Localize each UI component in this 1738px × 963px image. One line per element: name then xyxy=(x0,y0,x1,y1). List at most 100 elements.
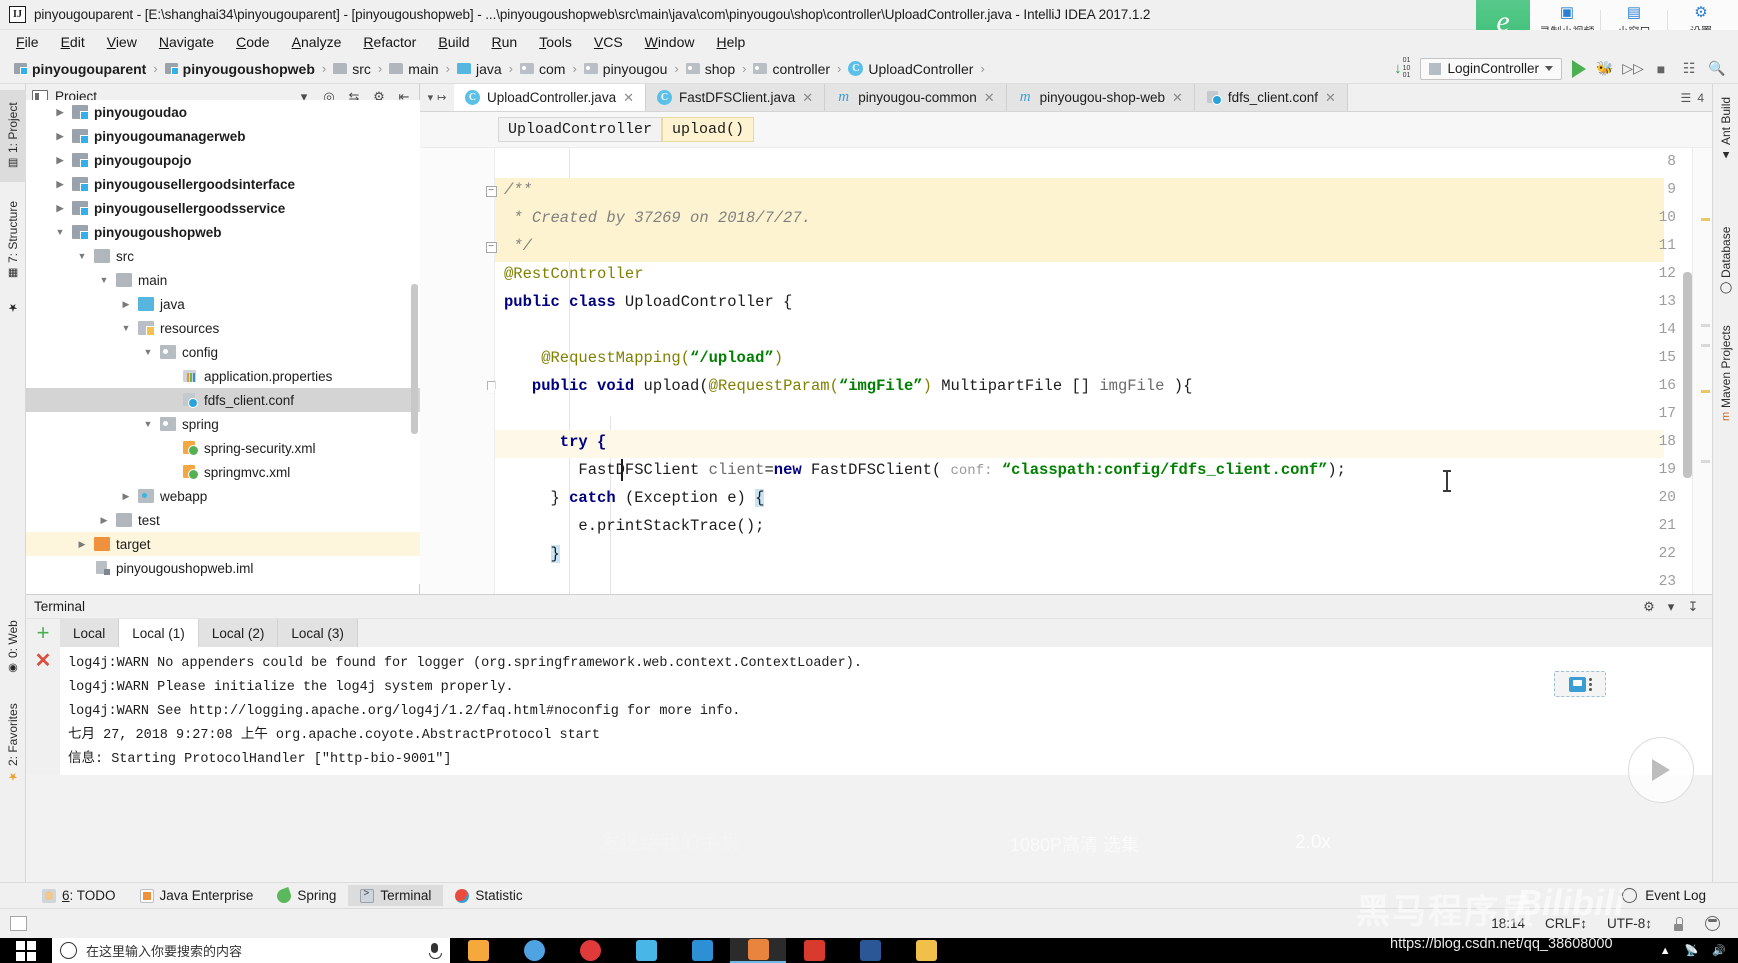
code-line[interactable]: try { xyxy=(504,433,607,451)
tray-chevron-icon[interactable]: ▲ xyxy=(1660,945,1671,957)
code-editor[interactable]: 8 9−/** 10 * Created by 37269 on 2018/7/27… xyxy=(420,148,1712,594)
chevron-right-icon[interactable]: ▶ xyxy=(54,203,66,214)
encoding-indicator[interactable]: UTF-8↕ xyxy=(1607,916,1652,931)
terminal-tab-local-3-[interactable]: Local (3) xyxy=(278,619,358,647)
tree-node[interactable]: ▶ test xyxy=(26,508,420,532)
fold-collapse-icon[interactable]: − xyxy=(484,240,498,254)
taskbar-folder-icon[interactable] xyxy=(898,938,954,963)
chevron-down-icon[interactable]: ▼ xyxy=(142,419,154,429)
code-line[interactable]: */ xyxy=(504,237,532,255)
inspector-face-icon[interactable] xyxy=(1705,916,1720,931)
sidebar-tab-web[interactable]: ◉ 0: Web xyxy=(0,612,26,684)
bottom-tab-spring[interactable]: Spring xyxy=(265,885,348,906)
sidebar-tab-favorites-icon[interactable]: ★ xyxy=(0,296,26,320)
taskbar-file-explorer-icon[interactable] xyxy=(450,938,506,963)
code-line[interactable]: e.printStackTrace(); xyxy=(504,517,764,535)
floating-capture-widget[interactable] xyxy=(1554,671,1606,697)
tree-node[interactable]: ▶ target xyxy=(26,532,420,556)
close-x-icon[interactable]: ✕ xyxy=(35,651,52,671)
code-line[interactable]: } xyxy=(504,545,560,563)
breadcrumb-item-controller[interactable]: controller xyxy=(753,61,830,77)
taskbar-word-icon[interactable] xyxy=(842,938,898,963)
taskbar-blue-app-icon[interactable] xyxy=(674,938,730,963)
code-line[interactable]: * Created by 37269 on 2018/7/27. xyxy=(504,209,811,227)
tree-node[interactable]: ▼ config xyxy=(26,340,420,364)
sidebar-tab-project[interactable]: ▤ 1: Project xyxy=(0,90,26,182)
menu-help[interactable]: Help xyxy=(716,34,745,50)
close-tab-icon[interactable]: ✕ xyxy=(984,90,995,106)
chevron-right-icon[interactable]: ▶ xyxy=(120,491,132,502)
fold-collapse-icon[interactable]: − xyxy=(484,184,498,198)
chevron-right-icon[interactable]: ▶ xyxy=(98,515,110,526)
taskbar-intellij-idea-icon[interactable] xyxy=(730,938,786,963)
code-breadcrumb-uploadcontroller[interactable]: UploadController xyxy=(498,117,663,142)
editor-tab-pinyougou-common[interactable]: m pinyougou-common ✕ xyxy=(825,84,1007,111)
tree-node[interactable]: pom.xml xyxy=(26,580,420,584)
editor-tab-uploadcontroller-java[interactable]: C UploadController.java ✕ xyxy=(454,84,646,111)
taskbar-chrome-icon[interactable] xyxy=(506,938,562,963)
chevron-right-icon[interactable]: ▶ xyxy=(54,107,66,118)
debug-bug-icon[interactable]: 🐝 xyxy=(1596,60,1614,78)
breadcrumb-item-main[interactable]: main xyxy=(389,61,439,77)
search-icon[interactable]: 🔍 xyxy=(1708,60,1726,78)
status-memory-indicator[interactable] xyxy=(0,916,36,931)
taskbar-search-input[interactable]: 在这里输入你要搜索的内容 xyxy=(52,938,450,963)
editor-tab-fdfs-client-conf[interactable]: fdfs_client.conf ✕ xyxy=(1194,84,1348,111)
terminal-tab-local-2-[interactable]: Local (2) xyxy=(198,619,279,647)
menu-run[interactable]: Run xyxy=(491,34,517,50)
close-tab-icon[interactable]: ✕ xyxy=(1172,90,1183,106)
breadcrumb-item-com[interactable]: com xyxy=(519,61,565,77)
tree-node[interactable]: ▶ pinyougousellergoodsinterface xyxy=(26,172,420,196)
fold-marker-icon[interactable] xyxy=(484,380,498,394)
bottom-tab-6-todo[interactable]: 6: TODO xyxy=(30,885,128,906)
project-tree-scrollbar[interactable] xyxy=(411,284,418,434)
chevron-down-icon[interactable]: ▾ xyxy=(1660,599,1682,615)
chevron-down-icon[interactable]: ▼ xyxy=(98,275,110,285)
tree-node[interactable]: ▼ resources xyxy=(26,316,420,340)
tree-node[interactable]: ▶ pinyougoudao xyxy=(26,100,420,124)
windows-start-icon[interactable] xyxy=(0,938,52,963)
tray-network-icon[interactable]: 📡 xyxy=(1685,944,1699,957)
bottom-tab-java-enterprise[interactable]: Java Enterprise xyxy=(128,885,266,906)
terminal-output[interactable]: log4j:WARN No appenders could be found f… xyxy=(60,647,1712,775)
chevron-down-icon[interactable]: ▼ xyxy=(120,323,132,333)
tree-node[interactable]: ▶ pinyougousellergoodsservice xyxy=(26,196,420,220)
chevron-right-icon[interactable]: ▶ xyxy=(76,539,88,550)
editor-gutter[interactable] xyxy=(420,148,495,594)
sidebar-tab-database[interactable]: ◯ Database xyxy=(1713,222,1738,300)
code-breadcrumb-upload-[interactable]: upload() xyxy=(662,117,755,142)
tree-node[interactable]: ▼ src xyxy=(26,244,420,268)
menu-build[interactable]: Build xyxy=(438,34,469,50)
sidebar-tab-favorites[interactable]: ★ 2: Favorites xyxy=(0,688,26,798)
breadcrumb-item-uploadcontroller[interactable]: C UploadController xyxy=(848,61,973,77)
breadcrumb-item-pinyougoushopweb[interactable]: pinyougoushopweb xyxy=(164,61,315,77)
code-line[interactable]: public class UploadController { xyxy=(504,293,792,311)
tree-node[interactable]: ▶ webapp xyxy=(26,484,420,508)
menu-vcs[interactable]: VCS xyxy=(594,34,623,50)
tab-list-controls[interactable]: ▾ ↦ xyxy=(420,84,454,111)
close-tab-icon[interactable]: ✕ xyxy=(802,90,813,106)
breadcrumb-item-pinyougou[interactable]: pinyougou xyxy=(583,61,667,77)
menu-file[interactable]: File xyxy=(16,34,39,50)
tree-node[interactable]: pinyougoushopweb.iml xyxy=(26,556,420,580)
bottom-tab-statistic[interactable]: Statistic xyxy=(443,885,534,906)
editor-tab-pinyougou-shop-web[interactable]: m pinyougou-shop-web ✕ xyxy=(1006,84,1195,111)
terminal-tab-local-1-[interactable]: Local (1) xyxy=(119,619,199,647)
code-line[interactable]: /** xyxy=(504,181,532,199)
tree-node[interactable]: spring-security.xml xyxy=(26,436,420,460)
terminal-tab-local[interactable]: Local xyxy=(60,619,120,647)
tree-node[interactable]: ▼ main xyxy=(26,268,420,292)
menu-edit[interactable]: Edit xyxy=(61,34,85,50)
menu-tools[interactable]: Tools xyxy=(539,34,572,50)
project-tree[interactable]: ▶ pinyougoudao ▶ pinyougoumanagerweb ▶ pinyou… xyxy=(26,100,420,584)
editor-error-stripe[interactable] xyxy=(1692,148,1712,594)
tree-node[interactable]: ▼ spring xyxy=(26,412,420,436)
code-line[interactable]: } catch (Exception e) { xyxy=(504,489,765,507)
chevron-right-icon[interactable]: ▶ xyxy=(54,179,66,190)
tree-node[interactable]: ▶ java xyxy=(26,292,420,316)
sort-numeric-icon[interactable]: ↓ 01 10 01 xyxy=(1394,57,1410,79)
bottom-tab-terminal[interactable]: Terminal xyxy=(348,885,444,906)
code-line[interactable]: @RequestMapping(“/upload”) xyxy=(504,349,783,367)
editor-tab-overflow[interactable]: ☰ 4 xyxy=(1681,84,1712,111)
chevron-right-icon[interactable]: ▶ xyxy=(120,299,132,310)
